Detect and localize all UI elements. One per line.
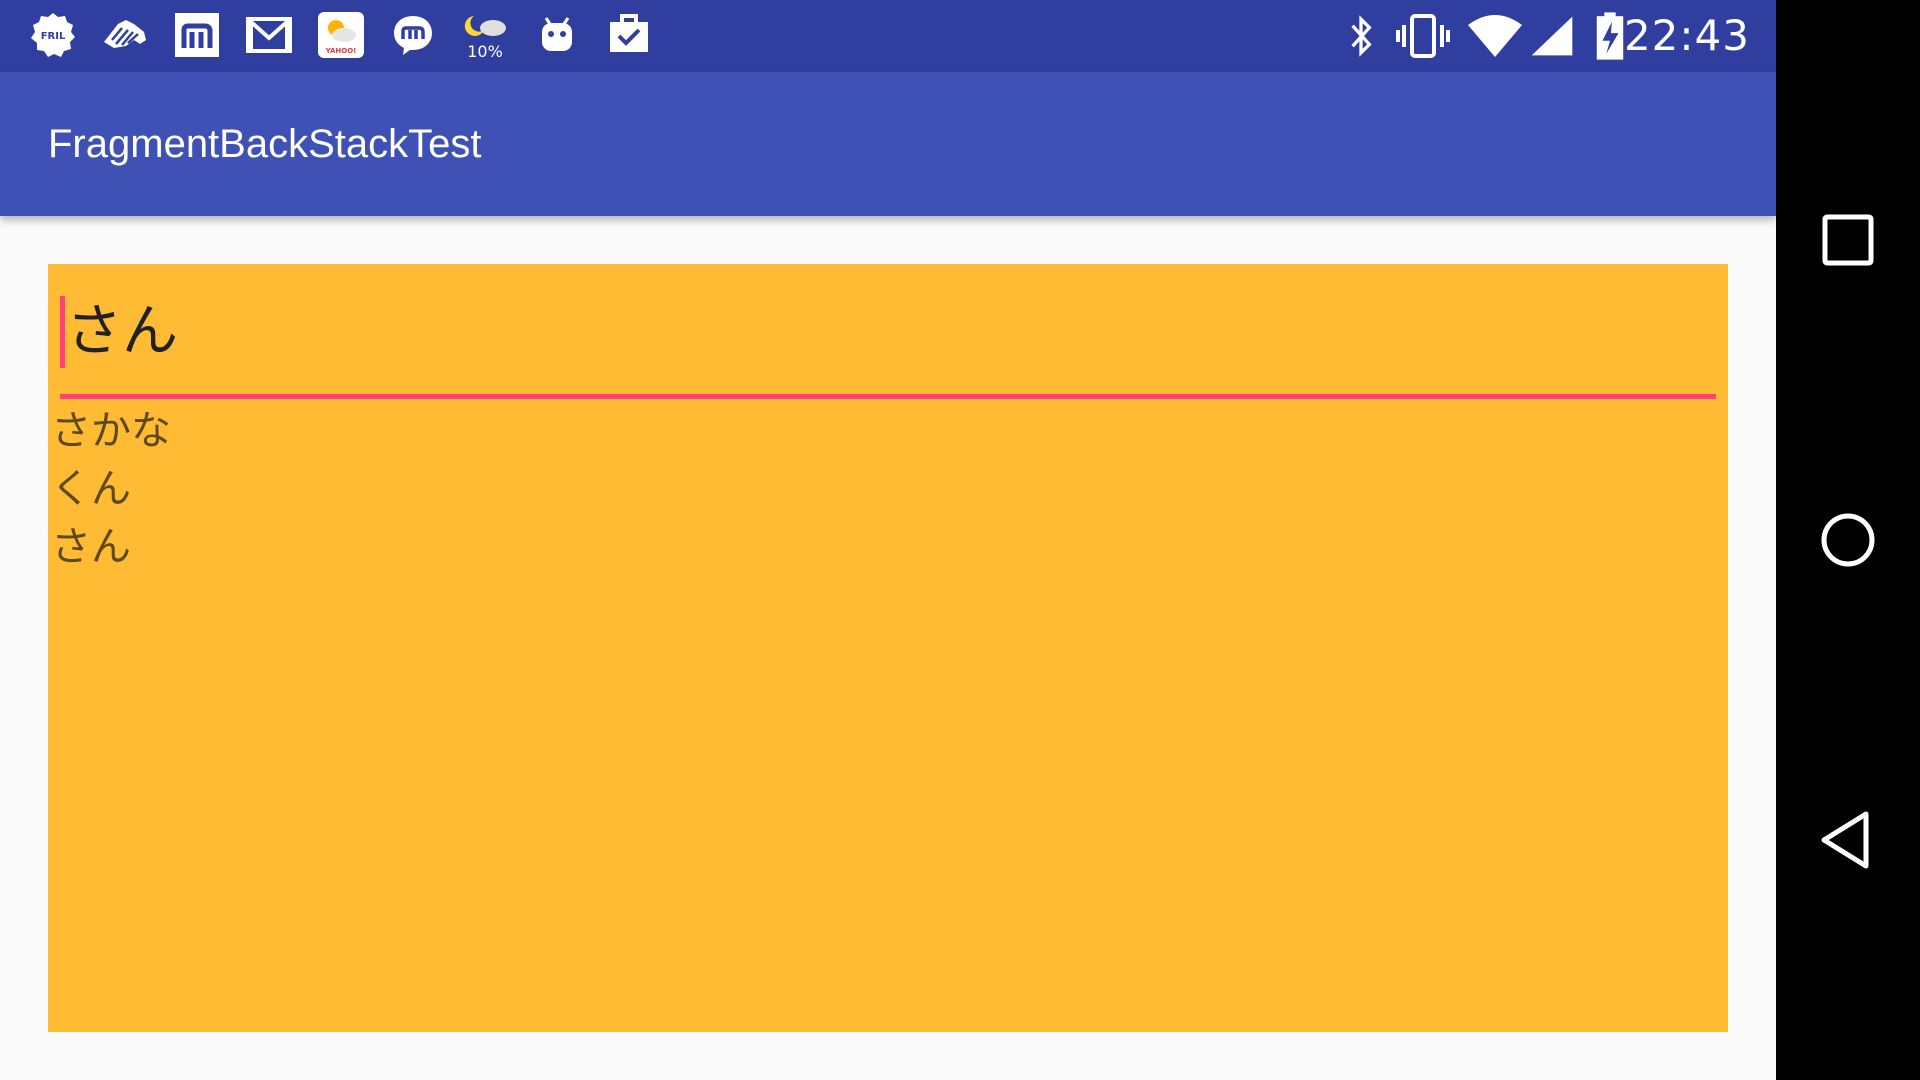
wifi-icon bbox=[1466, 10, 1524, 62]
rain-chance-label: 10% bbox=[467, 42, 503, 60]
messenger-icon bbox=[388, 10, 438, 60]
battery-charging-icon bbox=[1592, 10, 1628, 62]
fril-icon: FRIL bbox=[28, 10, 78, 60]
circle-icon bbox=[1821, 513, 1875, 567]
signal-icon bbox=[1526, 10, 1578, 62]
app-window: FRIL YAHOO! 10% 22:43 FragmentBackStackT… bbox=[0, 0, 1776, 1080]
zebra-icon bbox=[100, 10, 150, 60]
fril-label: FRIL bbox=[41, 31, 66, 42]
android-icon bbox=[532, 10, 582, 60]
fragment-panel: さん さかな くん さん bbox=[48, 264, 1728, 1032]
yahoo-weather-icon: YAHOO! bbox=[316, 10, 366, 60]
home-button[interactable] bbox=[1816, 508, 1880, 572]
app-bar: FragmentBackStackTest bbox=[0, 72, 1776, 216]
m-app-icon bbox=[172, 10, 222, 60]
item-list: さかな くん さん bbox=[51, 402, 171, 576]
recent-apps-button[interactable] bbox=[1816, 208, 1880, 272]
text-input[interactable]: さん bbox=[60, 286, 1716, 399]
weather-moon-cloud-icon: 10% bbox=[460, 10, 510, 60]
text-input-underline bbox=[60, 394, 1716, 399]
list-item: さん bbox=[51, 524, 131, 570]
status-bar: FRIL YAHOO! 10% 22:43 bbox=[0, 0, 1776, 72]
square-icon bbox=[1822, 214, 1874, 266]
yahoo-label: YAHOO! bbox=[325, 47, 357, 55]
navigation-bar bbox=[1776, 0, 1920, 1080]
list-item: くん bbox=[51, 466, 131, 512]
app-title: FragmentBackStackTest bbox=[48, 122, 482, 166]
vibrate-icon bbox=[1394, 10, 1452, 62]
back-triangle-icon bbox=[1821, 811, 1869, 869]
text-cursor bbox=[60, 296, 65, 368]
bluetooth-icon bbox=[1340, 10, 1382, 62]
list-item: さかな bbox=[51, 408, 171, 454]
gmail-icon bbox=[244, 10, 294, 60]
status-clock: 22:43 bbox=[1623, 11, 1750, 60]
text-input-value: さん bbox=[66, 299, 178, 364]
clipboard-check-icon bbox=[604, 10, 654, 60]
back-button[interactable] bbox=[1816, 808, 1880, 872]
